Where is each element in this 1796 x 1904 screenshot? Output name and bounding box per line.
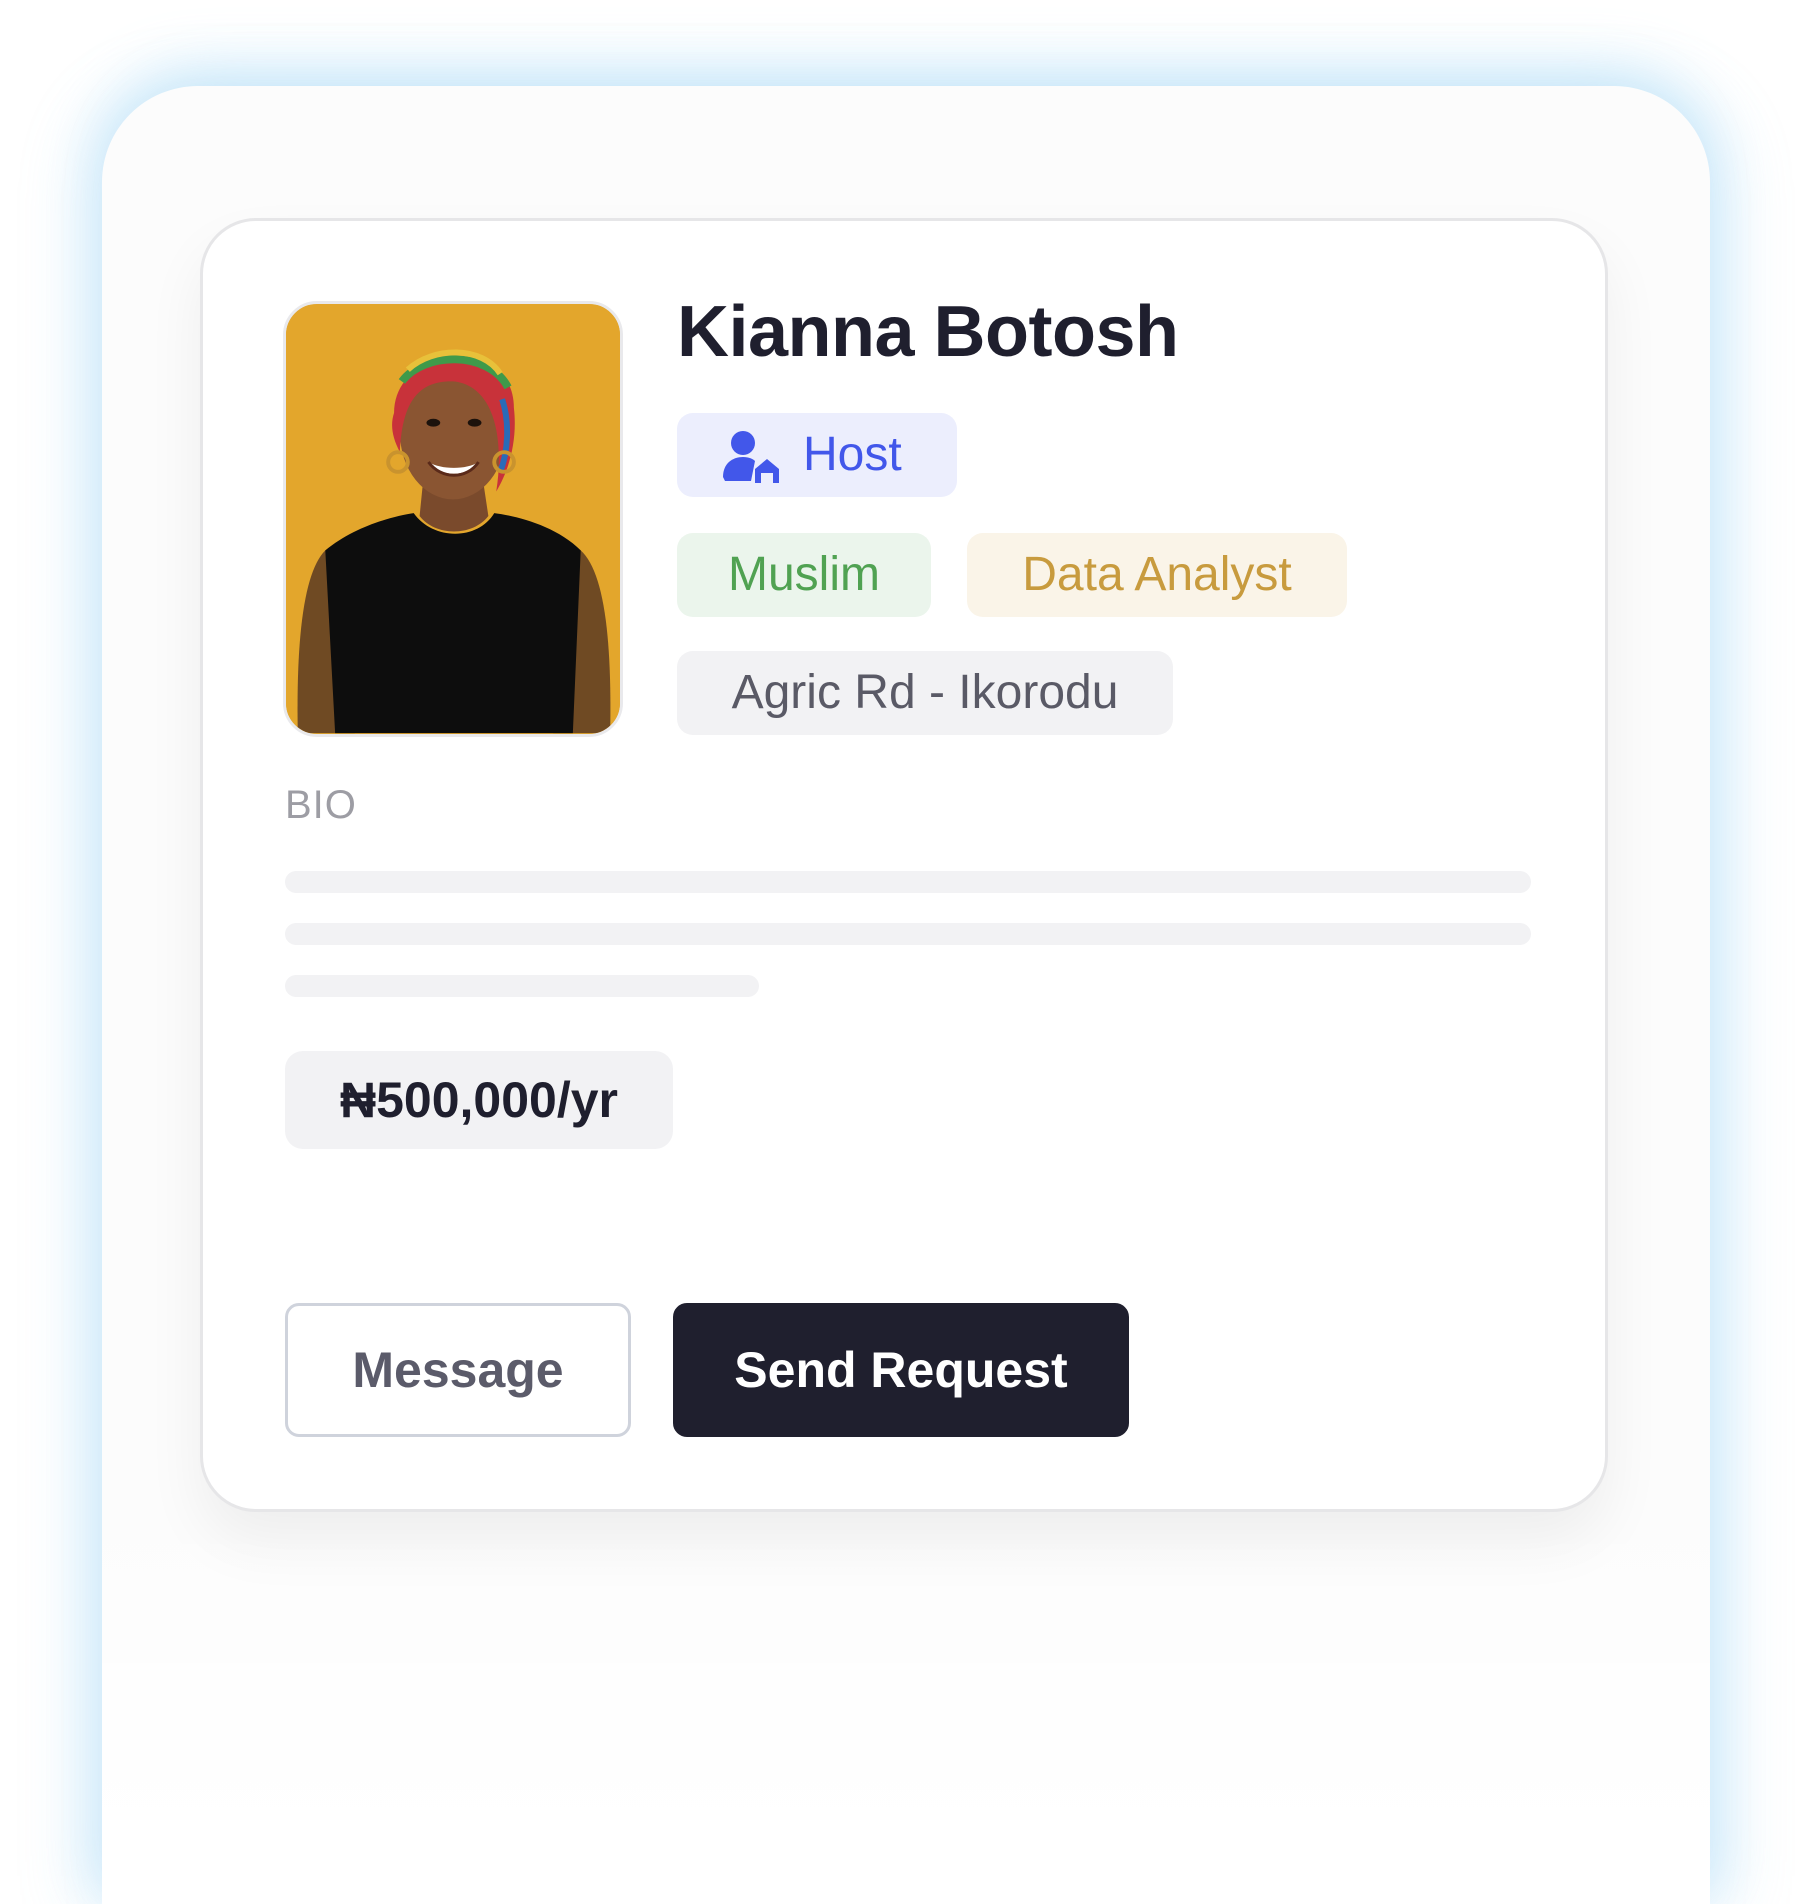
send-request-button[interactable]: Send Request: [673, 1303, 1129, 1437]
host-user-icon: [723, 431, 779, 483]
bio-placeholder-line: [285, 923, 1531, 945]
profile-photo: [283, 301, 623, 737]
page: Kianna Botosh Host Muslim Data Analyst A…: [0, 0, 1796, 1904]
bio-label: BIO: [285, 783, 357, 827]
occupation-tag: Data Analyst: [967, 533, 1347, 617]
profile-photo-illustration: [286, 304, 620, 734]
price-badge: ₦500,000/yr: [285, 1051, 673, 1149]
frame-fade: [102, 1484, 1710, 1904]
bio-placeholder-line: [285, 975, 759, 997]
role-badge-host: Host: [677, 413, 957, 497]
location-tag: Agric Rd - Ikorodu: [677, 651, 1173, 735]
role-badge-label: Host: [803, 428, 902, 481]
profile-name: Kianna Botosh: [677, 292, 1179, 372]
message-button[interactable]: Message: [285, 1303, 631, 1437]
religion-tag: Muslim: [677, 533, 931, 617]
profile-card: Kianna Botosh Host Muslim Data Analyst A…: [200, 218, 1608, 1512]
bio-placeholder-line: [285, 871, 1531, 893]
